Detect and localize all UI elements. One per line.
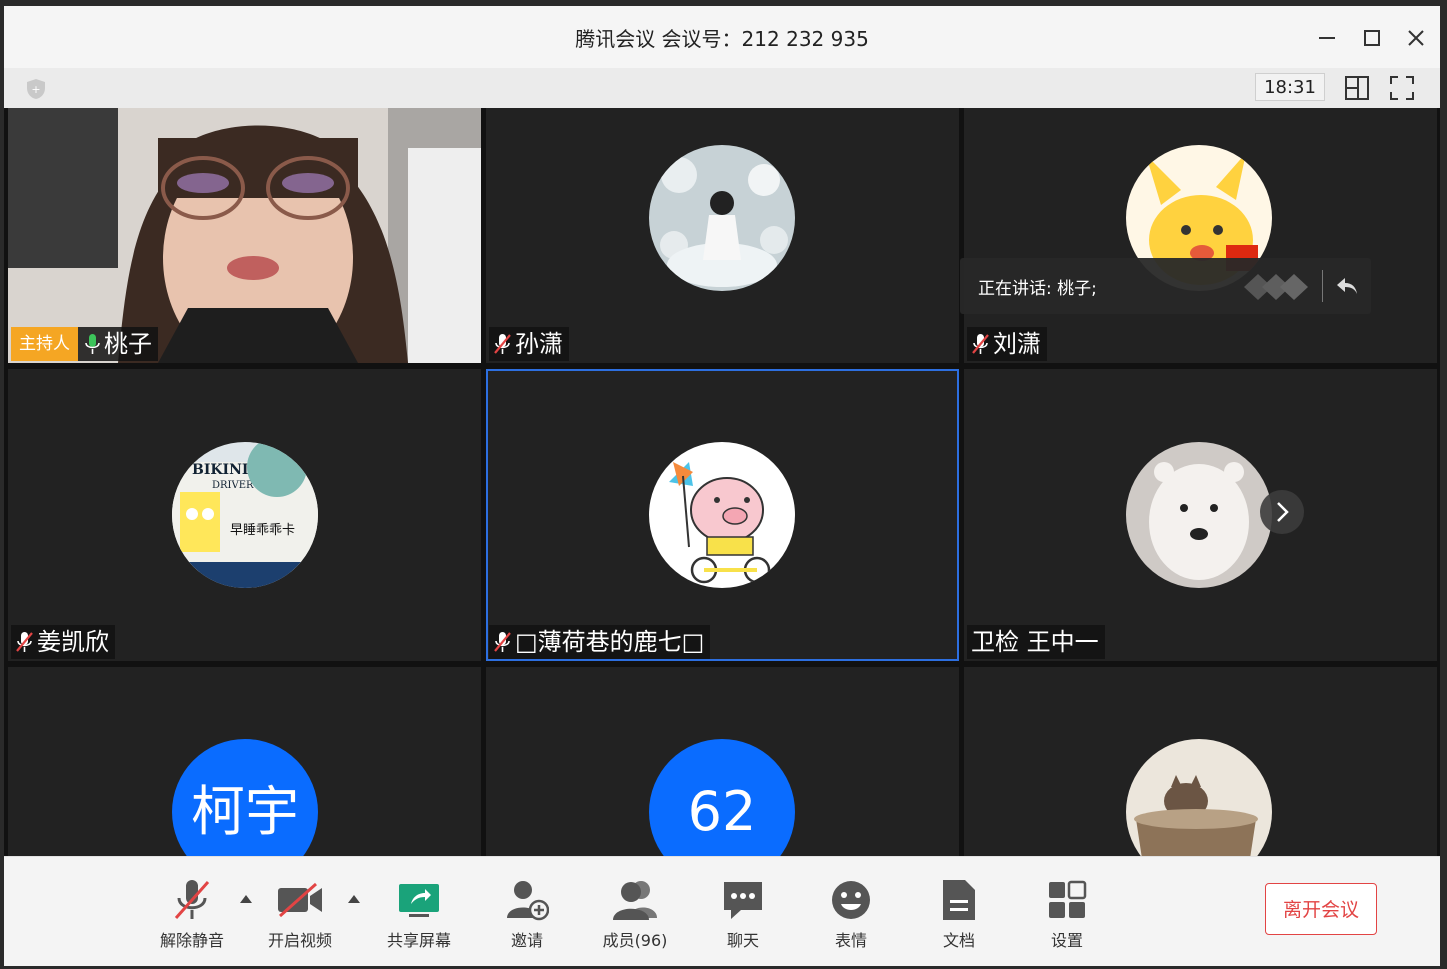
mic-on-icon: [85, 334, 100, 354]
svg-text:DRIVER: DRIVER: [212, 480, 254, 491]
meeting-window: 腾讯会议 会议号：212 232 935 + 18:31 主持人 桃子 孙潇 刘…: [4, 6, 1440, 966]
participant-name-tag: 卫检 王中一: [967, 625, 1105, 659]
close-button[interactable]: [1402, 24, 1430, 52]
avatar-image: [649, 442, 795, 588]
participant-name: 姜凯欣: [37, 628, 109, 656]
participant-tile[interactable]: 刘潇: [964, 108, 1437, 363]
mic-muted-icon: [972, 334, 989, 354]
participant-initials-avatar: 62: [649, 739, 795, 856]
document-icon: [943, 880, 975, 920]
top-toolbar: + 18:31: [4, 68, 1440, 109]
audio-options-caret[interactable]: [240, 895, 252, 903]
settings-button[interactable]: 设置: [1022, 877, 1112, 951]
fullscreen-button[interactable]: [1389, 75, 1415, 101]
participant-name: 卫检 王中一: [971, 628, 1099, 656]
host-name-tag: 主持人 桃子: [11, 327, 158, 361]
video-grid: 主持人 桃子 孙潇 刘潇 正在讲话: 桃子; BIKINI DRIVER 早睡乖…: [4, 108, 1440, 856]
chat-icon: [724, 882, 762, 919]
share-screen-icon: [399, 884, 439, 917]
fullscreen-icon: [1390, 76, 1414, 100]
participant-tile[interactable]: 柯宇: [8, 667, 481, 856]
participant-name: □薄荷巷的鹿七□: [515, 628, 705, 656]
control-bar: 解除静音 开启视频 共享屏幕 邀请 成员(96) 聊天 表情 文档 设置 离开会…: [4, 856, 1440, 966]
minimize-button[interactable]: [1313, 24, 1341, 52]
participant-name-tag: 姜凯欣: [11, 625, 115, 659]
avatar-card-text: 早睡乖乖卡: [230, 523, 295, 538]
shield-icon: +: [27, 79, 45, 99]
layout-icon: [1345, 76, 1369, 100]
participant-avatar: [1126, 739, 1272, 856]
participant-initials-avatar: 柯宇: [172, 739, 318, 856]
layout-toggle-button[interactable]: [1344, 75, 1370, 101]
avatar-image: [649, 145, 795, 291]
mic-muted-icon: [494, 334, 511, 354]
participant-tile-host[interactable]: 主持人 桃子: [8, 108, 481, 363]
participant-avatar: BIKINI DRIVER 早睡乖乖卡: [172, 442, 318, 588]
participant-tile[interactable]: 卫检 王中一: [964, 369, 1437, 661]
mic-muted-icon: [16, 632, 33, 652]
host-video-feed: [8, 108, 481, 363]
participant-tile[interactable]: 孙潇: [486, 108, 959, 363]
mic-muted-icon: [174, 880, 210, 919]
add-user-icon: [507, 881, 549, 921]
avatar-image: BIKINI DRIVER 早睡乖乖卡: [172, 442, 318, 588]
minimize-icon: [1319, 37, 1335, 39]
mic-muted-icon: [494, 632, 511, 652]
avatar-image: [1126, 739, 1272, 856]
unmute-button[interactable]: 解除静音: [147, 877, 237, 951]
start-video-button[interactable]: 开启视频: [255, 877, 345, 951]
camera-off-icon: [278, 882, 322, 918]
participant-avatar: [649, 442, 795, 588]
chevron-right-icon: [1277, 502, 1289, 522]
window-title: 腾讯会议 会议号：212 232 935: [575, 27, 869, 51]
host-badge: 主持人: [11, 327, 78, 361]
participant-tile[interactable]: [964, 667, 1437, 856]
reactions-button[interactable]: 表情: [806, 877, 896, 951]
close-icon: [1408, 30, 1424, 46]
participant-name: 桃子: [104, 330, 152, 358]
emoji-icon: [832, 881, 870, 919]
participant-tile[interactable]: BIKINI DRIVER 早睡乖乖卡 姜凯欣: [8, 369, 481, 661]
avatar-image: [1126, 442, 1272, 588]
maximize-icon: [1364, 30, 1380, 46]
participant-name-tag: □薄荷巷的鹿七□: [489, 625, 711, 659]
title-bar: 腾讯会议 会议号：212 232 935: [4, 6, 1440, 68]
leave-meeting-button[interactable]: 离开会议: [1265, 883, 1377, 935]
video-options-caret[interactable]: [348, 895, 360, 903]
maximize-button[interactable]: [1358, 24, 1386, 52]
members-icon: [613, 881, 657, 920]
svg-text:+: +: [31, 83, 40, 96]
settings-grid-icon: [1049, 880, 1087, 918]
security-shield-button[interactable]: +: [26, 78, 46, 100]
active-speaker-text: 正在讲话: 桃子;: [978, 279, 1097, 299]
speaker-wave-icon: [1244, 274, 1308, 300]
participant-name-tag: 孙潇: [489, 327, 569, 361]
share-screen-button[interactable]: 共享屏幕: [374, 877, 464, 951]
participant-tile[interactable]: 62: [486, 667, 959, 856]
svg-text:BIKINI: BIKINI: [192, 462, 248, 478]
documents-button[interactable]: 文档: [914, 877, 1004, 951]
invite-button[interactable]: 邀请: [482, 877, 572, 951]
participant-avatar: [1126, 442, 1272, 588]
members-button[interactable]: 成员(96): [590, 877, 680, 951]
participant-name-tag: 刘潇: [967, 327, 1047, 361]
reply-icon[interactable]: [1335, 274, 1359, 298]
participant-name: 孙潇: [515, 330, 563, 358]
active-speaker-popup: 正在讲话: 桃子;: [960, 258, 1371, 314]
participant-name: 刘潇: [993, 330, 1041, 358]
participant-tile-selected[interactable]: □薄荷巷的鹿七□: [486, 369, 959, 661]
chat-button[interactable]: 聊天: [698, 877, 788, 951]
meeting-clock: 18:31: [1255, 73, 1325, 101]
participant-avatar: [649, 145, 795, 291]
next-page-button[interactable]: [1260, 490, 1304, 534]
